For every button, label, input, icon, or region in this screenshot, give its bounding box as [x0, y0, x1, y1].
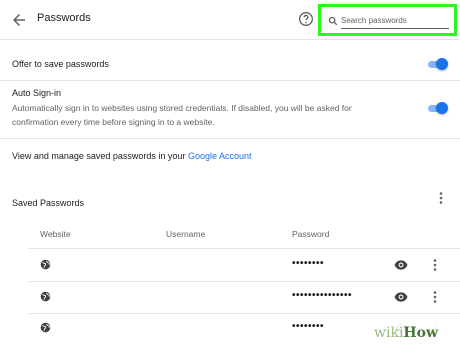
toggle-knob — [436, 102, 448, 114]
divider — [0, 80, 460, 81]
watermark-wiki: wiki — [374, 325, 404, 341]
offer-to-save-toggle[interactable] — [426, 58, 448, 70]
help-circle-icon[interactable] — [298, 11, 314, 27]
eye-icon[interactable] — [394, 291, 408, 303]
page-title: Passwords — [37, 12, 91, 24]
divider — [0, 138, 460, 139]
more-vert-icon[interactable] — [430, 258, 440, 272]
password-row: •••••••• — [28, 250, 460, 282]
wikihow-watermark: wikiHow — [370, 321, 460, 345]
search-box[interactable] — [318, 4, 457, 36]
auto-signin-label: Auto Sign-in — [12, 88, 62, 98]
toggle-knob — [436, 58, 448, 70]
globe-icon — [40, 259, 51, 270]
saved-passwords-title: Saved Passwords — [12, 198, 85, 208]
password-dots: •••••••• — [292, 258, 325, 269]
auto-signin-description: Automatically sign in to websites using … — [12, 103, 352, 127]
globe-icon — [40, 291, 51, 302]
search-icon — [328, 16, 338, 26]
manage-passwords-text: View and manage saved passwords in your … — [12, 151, 252, 161]
column-header-password: Password — [292, 229, 330, 239]
offer-to-save-label: Offer to save passwords — [12, 59, 109, 69]
password-dots: ••••••••••••••• — [292, 290, 353, 301]
eye-icon[interactable] — [394, 259, 408, 271]
more-vert-icon[interactable] — [430, 290, 440, 304]
divider — [28, 248, 460, 249]
google-account-link[interactable]: Google Account — [188, 151, 252, 161]
auto-signin-toggle[interactable] — [426, 102, 448, 114]
search-input[interactable] — [341, 13, 449, 27]
column-header-website: Website — [40, 229, 71, 239]
password-row: ••••••••••••••• — [28, 282, 460, 314]
password-dots: •••••••• — [292, 321, 325, 332]
more-vert-icon[interactable] — [436, 191, 446, 205]
column-header-username: Username — [166, 229, 206, 239]
globe-icon — [40, 322, 51, 333]
manage-text: View and manage saved passwords in your — [12, 151, 186, 161]
watermark-how: How — [403, 325, 439, 341]
search-underline — [341, 28, 449, 29]
arrow-left-icon[interactable] — [10, 11, 28, 29]
